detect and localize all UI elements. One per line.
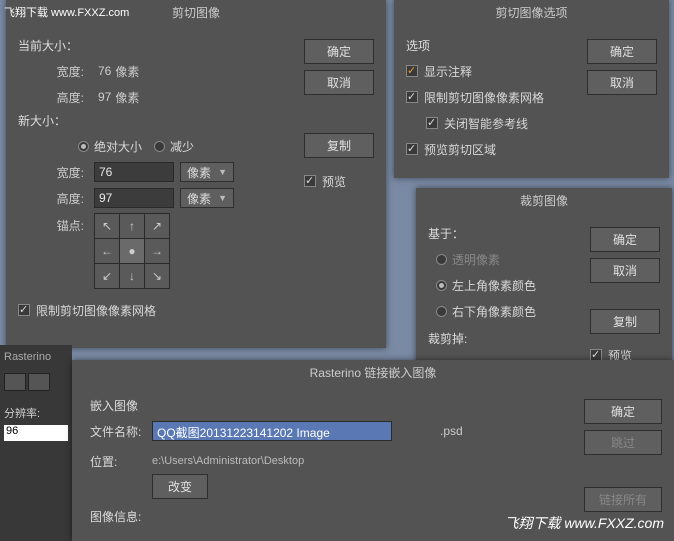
resolution-input[interactable]: 96 [4, 425, 68, 441]
height-unit-select[interactable]: 像素 ▼ [180, 188, 234, 208]
top-left-label: 左上角像素颜色 [452, 277, 536, 294]
new-height-input[interactable]: 97 [94, 188, 174, 208]
chevron-down-icon: ▼ [218, 167, 227, 177]
anchor-s[interactable]: ↓ [120, 264, 144, 288]
close-guides-label: 关闭智能参考线 [444, 115, 528, 132]
anchor-center[interactable]: ● [120, 239, 144, 263]
ok-button[interactable]: 确定 [304, 39, 374, 64]
limit-grid-checkbox[interactable] [18, 304, 30, 316]
watermark-bottom-right: 飞翔下载 www.FXXZ.com [505, 513, 664, 533]
file-ext: .psd [440, 424, 463, 438]
filename-label: 文件名称: [90, 423, 152, 440]
reduce-radio[interactable] [154, 141, 165, 152]
limit-grid-label: 限制剪切图像像素网格 [36, 302, 156, 319]
location-value: e:\Users\Administrator\Desktop [152, 455, 304, 467]
new-width-label: 宽度: [38, 164, 84, 181]
reduce-label: 减少 [170, 138, 194, 155]
top-left-radio[interactable] [436, 280, 447, 291]
rasterino-sidebar: Rasterino 分辨率: 96 [0, 345, 72, 541]
cancel-button[interactable]: 取消 [590, 258, 660, 283]
chevron-down-icon: ▼ [218, 193, 227, 203]
height-label: 高度: [38, 89, 84, 106]
panel-title: 裁剪图像 [416, 188, 672, 213]
current-size-label: 当前大小： [18, 37, 304, 54]
ok-button[interactable]: 确定 [587, 39, 657, 64]
options-section-label: 选项 [406, 37, 587, 54]
bottom-right-label: 右下角像素颜色 [452, 303, 536, 320]
crop-options-panel: 剪切图像选项 选项 显示注释 限制剪切图像像素网格 关闭智能参考线 预览剪切区域… [394, 0, 669, 178]
watermark-top-left: 飞翔下载 www.FXXZ.com [4, 4, 129, 20]
anchor-grid[interactable]: ↖ ↑ ↗ ← ● → ↙ ↓ ↘ [94, 213, 170, 289]
cancel-button[interactable]: 取消 [587, 70, 657, 95]
width-label: 宽度: [38, 63, 84, 80]
absolute-size-radio[interactable] [78, 141, 89, 152]
anchor-label: 锚点: [38, 213, 84, 234]
based-on-label: 基于： [428, 225, 590, 242]
link-icon[interactable] [4, 373, 26, 391]
anchor-sw[interactable]: ↙ [95, 264, 119, 288]
crop-image-panel: 剪切图像 当前大小： 宽度: 76 像素 高度: 97 像素 新大小： 绝对大小… [6, 0, 386, 348]
embed-section-label: 嵌入图像 [90, 397, 584, 414]
cancel-button[interactable]: 取消 [304, 70, 374, 95]
preview-area-label: 预览剪切区域 [424, 141, 496, 158]
copy-button[interactable]: 复制 [304, 133, 374, 158]
current-height-unit: 像素 [115, 89, 139, 106]
anchor-n[interactable]: ↑ [120, 214, 144, 238]
new-size-label: 新大小： [18, 112, 304, 129]
show-anno-label: 显示注释 [424, 63, 472, 80]
anchor-w[interactable]: ← [95, 239, 119, 263]
link-all-button[interactable]: 链接所有 [584, 487, 662, 512]
trim-away-label: 裁剪掉: [428, 330, 590, 347]
app-name: Rasterino [0, 345, 72, 369]
ok-button[interactable]: 确定 [584, 399, 662, 424]
panel-title: 剪切图像选项 [394, 0, 669, 25]
embed-icon[interactable] [28, 373, 50, 391]
absolute-size-label: 绝对大小 [94, 138, 142, 155]
bottom-right-radio[interactable] [436, 306, 447, 317]
resolution-label: 分辨率: [0, 401, 72, 425]
trim-image-panel: 裁剪图像 基于： 透明像素 左上角像素颜色 右下角像素颜色 裁剪掉: 确定 取消… [416, 188, 672, 378]
width-unit-select[interactable]: 像素 ▼ [180, 162, 234, 182]
location-label: 位置: [90, 453, 152, 470]
limit-grid-checkbox[interactable] [406, 91, 418, 103]
unit-label: 像素 [187, 190, 211, 207]
preview-checkbox[interactable] [304, 175, 316, 187]
preview-area-checkbox[interactable] [406, 143, 418, 155]
preview-label: 预览 [322, 173, 346, 190]
transparent-radio[interactable] [436, 254, 447, 265]
new-height-label: 高度: [38, 190, 84, 207]
anchor-e[interactable]: → [145, 239, 169, 263]
new-width-input[interactable]: 76 [94, 162, 174, 182]
filename-input[interactable]: QQ截图20131223141202 Image [152, 421, 392, 441]
copy-button[interactable]: 复制 [590, 309, 660, 334]
close-guides-checkbox[interactable] [426, 117, 438, 129]
show-anno-checkbox[interactable] [406, 65, 418, 77]
current-height-value: 97 [98, 90, 111, 104]
anchor-se[interactable]: ↘ [145, 264, 169, 288]
change-button[interactable]: 改变 [152, 474, 208, 499]
unit-label: 像素 [187, 164, 211, 181]
ok-button[interactable]: 确定 [590, 227, 660, 252]
anchor-nw[interactable]: ↖ [95, 214, 119, 238]
anchor-ne[interactable]: ↗ [145, 214, 169, 238]
current-width-unit: 像素 [115, 63, 139, 80]
current-width-value: 76 [98, 64, 111, 78]
limit-grid-label: 限制剪切图像像素网格 [424, 89, 544, 106]
panel-title: Rasterino 链接嵌入图像 [72, 360, 674, 385]
transparent-label: 透明像素 [452, 251, 500, 268]
skip-button[interactable]: 跳过 [584, 430, 662, 455]
